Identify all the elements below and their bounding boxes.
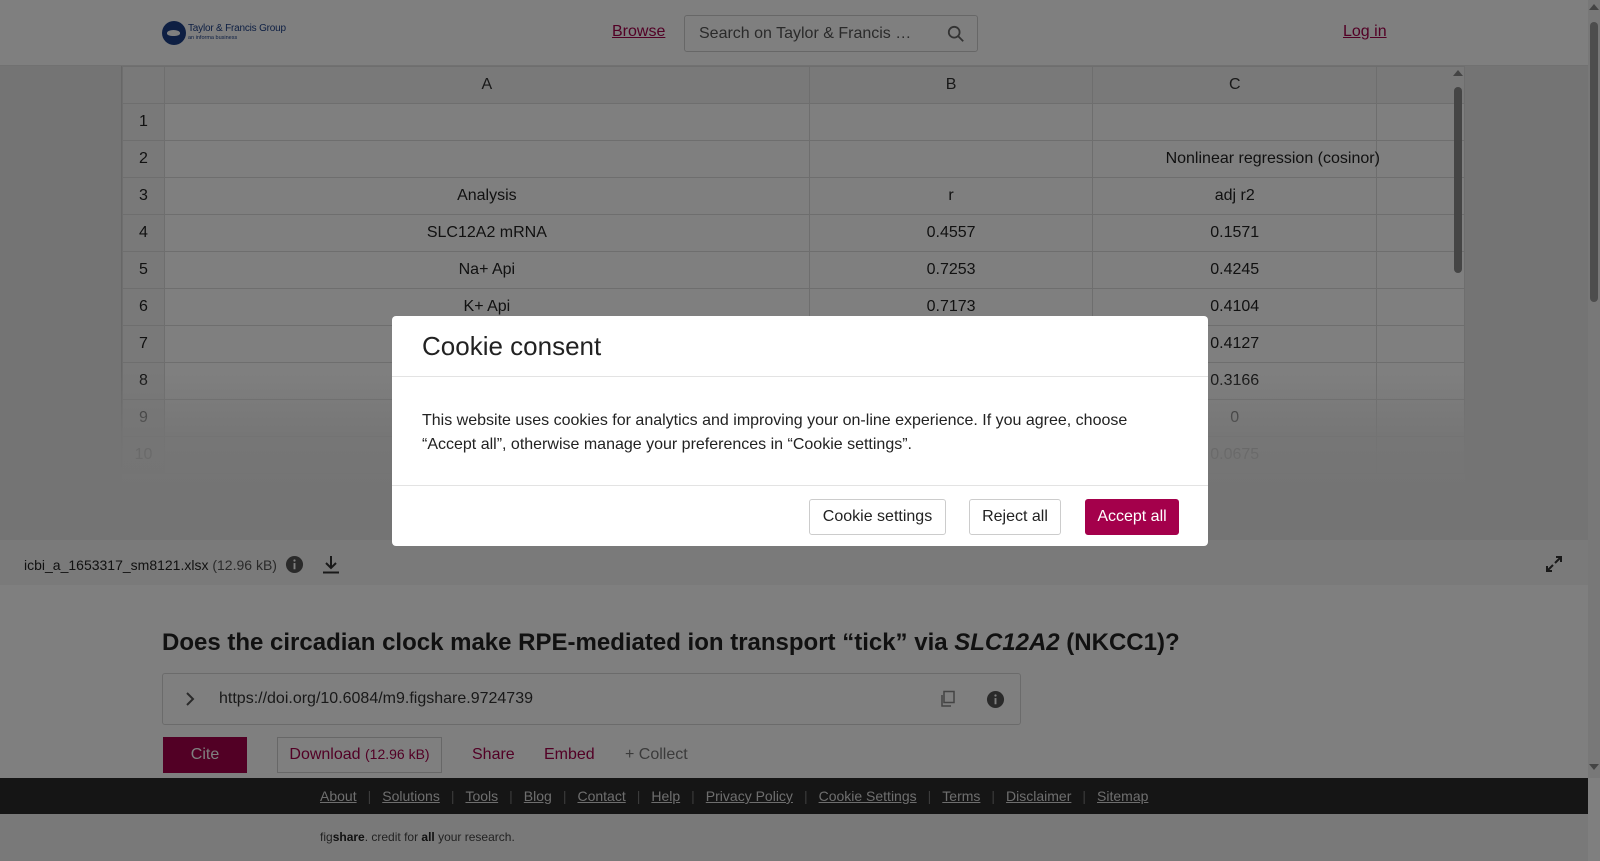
cookie-dialog-text: This website uses cookies for analytics … (422, 412, 1128, 453)
reject-all-button[interactable]: Reject all (969, 499, 1061, 535)
cookie-settings-button[interactable]: Cookie settings (809, 499, 946, 535)
accept-all-button[interactable]: Accept all (1085, 499, 1179, 535)
cookie-consent-dialog: Cookie consent This website uses cookies… (392, 316, 1208, 546)
cookie-dialog-title: Cookie consent (422, 331, 602, 361)
